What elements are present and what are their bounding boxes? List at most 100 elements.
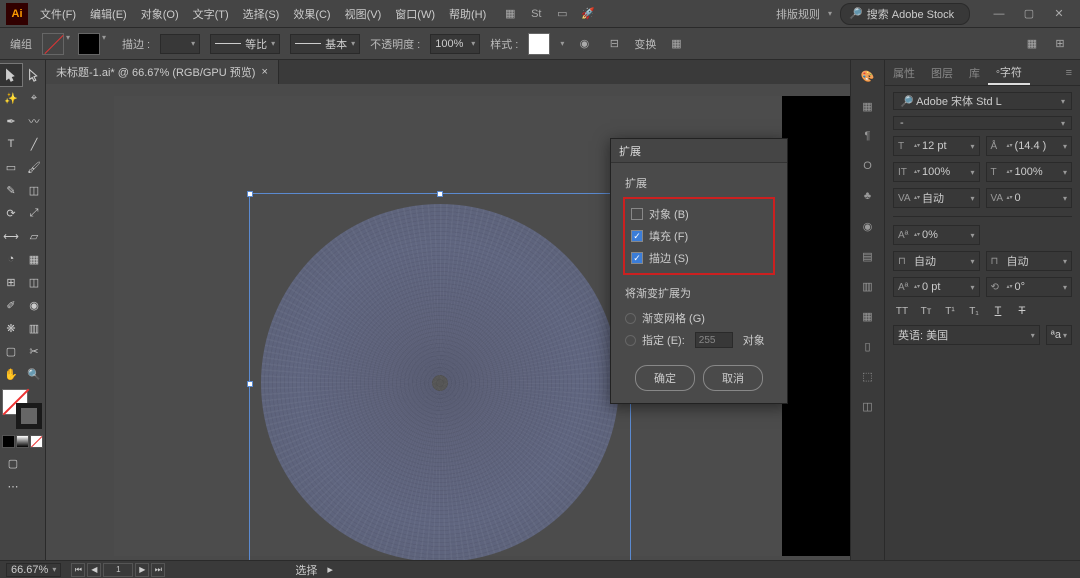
checkbox-fill[interactable]: 填充 (F): [631, 225, 767, 247]
next-artboard-icon[interactable]: ▶: [135, 563, 149, 577]
rotation-input[interactable]: ⟲▴▾0°▾: [986, 277, 1073, 297]
maximize-button[interactable]: ▢: [1014, 4, 1044, 24]
graphic-style-swatch[interactable]: [528, 33, 550, 55]
gradient-mode-icon[interactable]: [16, 435, 29, 448]
close-tab-icon[interactable]: ×: [261, 66, 267, 78]
strikethrough-button[interactable]: T: [1013, 303, 1031, 319]
height-input[interactable]: Aª▴▾0 pt▾: [893, 277, 980, 297]
align-icon[interactable]: ⊟: [604, 34, 624, 54]
auto1-input[interactable]: ⊓自动▾: [893, 251, 980, 271]
transparency-panel-icon[interactable]: ◫: [858, 396, 878, 416]
stock-icon[interactable]: St: [528, 6, 544, 22]
artboard-tool[interactable]: ▢: [0, 340, 22, 362]
swatches-panel-icon[interactable]: ▦: [858, 96, 878, 116]
document-tab[interactable]: 未标题-1.ai* @ 66.67% (RGB/GPU 预览)×: [46, 60, 279, 84]
document-info-icon[interactable]: ▤: [858, 246, 878, 266]
none-mode-icon[interactable]: [30, 435, 43, 448]
auto2-input[interactable]: ⊓自动▾: [986, 251, 1073, 271]
shaper-tool[interactable]: ✎: [0, 179, 22, 201]
pen-tool[interactable]: ✒: [0, 110, 22, 132]
shape-builder-tool[interactable]: ◔: [0, 248, 22, 270]
font-family-select[interactable]: 🔎 Adobe 宋体 Std L▾: [893, 92, 1072, 110]
transform-label[interactable]: 变换: [634, 36, 656, 52]
stroke-dropdown-icon[interactable]: ▾: [102, 33, 112, 55]
symbol-sprayer-tool[interactable]: ❋: [0, 317, 22, 339]
free-transform-tool[interactable]: ▱: [23, 225, 45, 247]
eraser-tool[interactable]: ◫: [23, 179, 45, 201]
recolor-icon[interactable]: ◉: [574, 34, 594, 54]
arrange-icon[interactable]: ▭: [554, 6, 570, 22]
variable-width-profile[interactable]: 等比▾: [210, 34, 280, 54]
opentype-panel-icon[interactable]: O: [858, 156, 878, 176]
perspective-tool[interactable]: ▦: [23, 248, 45, 270]
prev-artboard-icon[interactable]: ◀: [87, 563, 101, 577]
gradient-tool[interactable]: ◫: [23, 271, 45, 293]
tab-character[interactable]: ◦ 字符: [988, 60, 1030, 85]
brush-definition[interactable]: 基本▾: [290, 34, 360, 54]
close-button[interactable]: ✕: [1044, 4, 1074, 24]
paragraph-panel-icon[interactable]: ¶: [858, 126, 878, 146]
lasso-tool[interactable]: ⌖: [23, 87, 45, 109]
tab-layers[interactable]: 图层: [923, 60, 961, 85]
vertical-scale-input[interactable]: IT▴▾100%▾: [893, 162, 980, 182]
menu-file[interactable]: 文件(F): [34, 2, 82, 26]
subscript-button[interactable]: T₁: [965, 303, 983, 319]
graph-tool[interactable]: ▥: [23, 317, 45, 339]
edit-toolbar-icon[interactable]: ⋯: [2, 475, 24, 497]
handle-ml[interactable]: [247, 381, 253, 387]
zoom-tool[interactable]: 🔍: [23, 363, 45, 385]
zoom-level[interactable]: 66.67%▾: [6, 563, 61, 577]
menu-edit[interactable]: 编辑(E): [84, 2, 133, 26]
panel-menu-icon[interactable]: ▦: [1022, 34, 1042, 54]
cancel-button[interactable]: 取消: [703, 365, 763, 391]
eyedropper-tool[interactable]: ✐: [0, 294, 22, 316]
hand-tool[interactable]: ✋: [0, 363, 22, 385]
expand-panels-icon[interactable]: ⊞: [1050, 34, 1070, 54]
selection-tool[interactable]: [0, 64, 22, 86]
appearance-panel-icon[interactable]: ◉: [858, 216, 878, 236]
first-artboard-icon[interactable]: ⏮: [71, 563, 85, 577]
tab-properties[interactable]: 属性: [885, 60, 923, 85]
checkbox-stroke[interactable]: 描边 (S): [631, 247, 767, 269]
rectangle-tool[interactable]: ▭: [0, 156, 22, 178]
tab-libraries[interactable]: 库: [961, 60, 988, 85]
mesh-tool[interactable]: ⊞: [0, 271, 22, 293]
last-artboard-icon[interactable]: ⏭: [151, 563, 165, 577]
menu-type[interactable]: 文字(T): [187, 2, 235, 26]
artboard-index[interactable]: 1: [103, 563, 133, 577]
ok-button[interactable]: 确定: [635, 365, 695, 391]
superscript-button[interactable]: T¹: [941, 303, 959, 319]
horizontal-scale-input[interactable]: T▴▾100%▾: [986, 162, 1073, 182]
fill-stroke-control[interactable]: [2, 389, 42, 429]
asset-export-icon[interactable]: ⬚: [858, 366, 878, 386]
magic-wand-tool[interactable]: ✨: [0, 87, 22, 109]
screen-mode-normal[interactable]: ▢: [2, 452, 24, 474]
language-select[interactable]: 英语: 美国▾: [893, 325, 1040, 345]
menu-object[interactable]: 对象(O): [135, 2, 185, 26]
small-caps-button[interactable]: Tт: [917, 303, 935, 319]
baseline-shift-input[interactable]: Aª▴▾0%▾: [893, 225, 980, 245]
line-tool[interactable]: ╱: [23, 133, 45, 155]
menu-view[interactable]: 视图(V): [339, 2, 388, 26]
stroke-swatch[interactable]: [78, 33, 100, 55]
status-dropdown-icon[interactable]: ▸: [327, 563, 333, 576]
bridge-icon[interactable]: ▦: [502, 6, 518, 22]
menu-effect[interactable]: 效果(C): [287, 2, 336, 26]
paintbrush-tool[interactable]: 🖌: [23, 156, 45, 178]
direct-selection-tool[interactable]: [23, 64, 45, 86]
rotate-tool[interactable]: ⟳: [0, 202, 22, 224]
search-input[interactable]: 🔎搜索 Adobe Stock: [840, 3, 970, 25]
menu-help[interactable]: 帮助(H): [443, 2, 492, 26]
panel-menu-icon[interactable]: ≡: [1058, 60, 1080, 85]
slice-tool[interactable]: ✂: [23, 340, 45, 362]
fill-dropdown-icon[interactable]: ▾: [66, 33, 76, 55]
curvature-tool[interactable]: 〰: [23, 110, 45, 132]
kerning-input[interactable]: VA▴▾自动▾: [893, 188, 980, 208]
workspace-label[interactable]: 排版规则: [776, 6, 820, 22]
antialias-select[interactable]: ªa▾: [1046, 325, 1072, 345]
underline-button[interactable]: T: [989, 303, 1007, 319]
font-style-select[interactable]: -▾: [893, 116, 1072, 130]
actions-panel-icon[interactable]: ▯: [858, 336, 878, 356]
scale-tool[interactable]: ⤢: [23, 202, 45, 224]
color-panel-icon[interactable]: 🎨: [858, 66, 878, 86]
